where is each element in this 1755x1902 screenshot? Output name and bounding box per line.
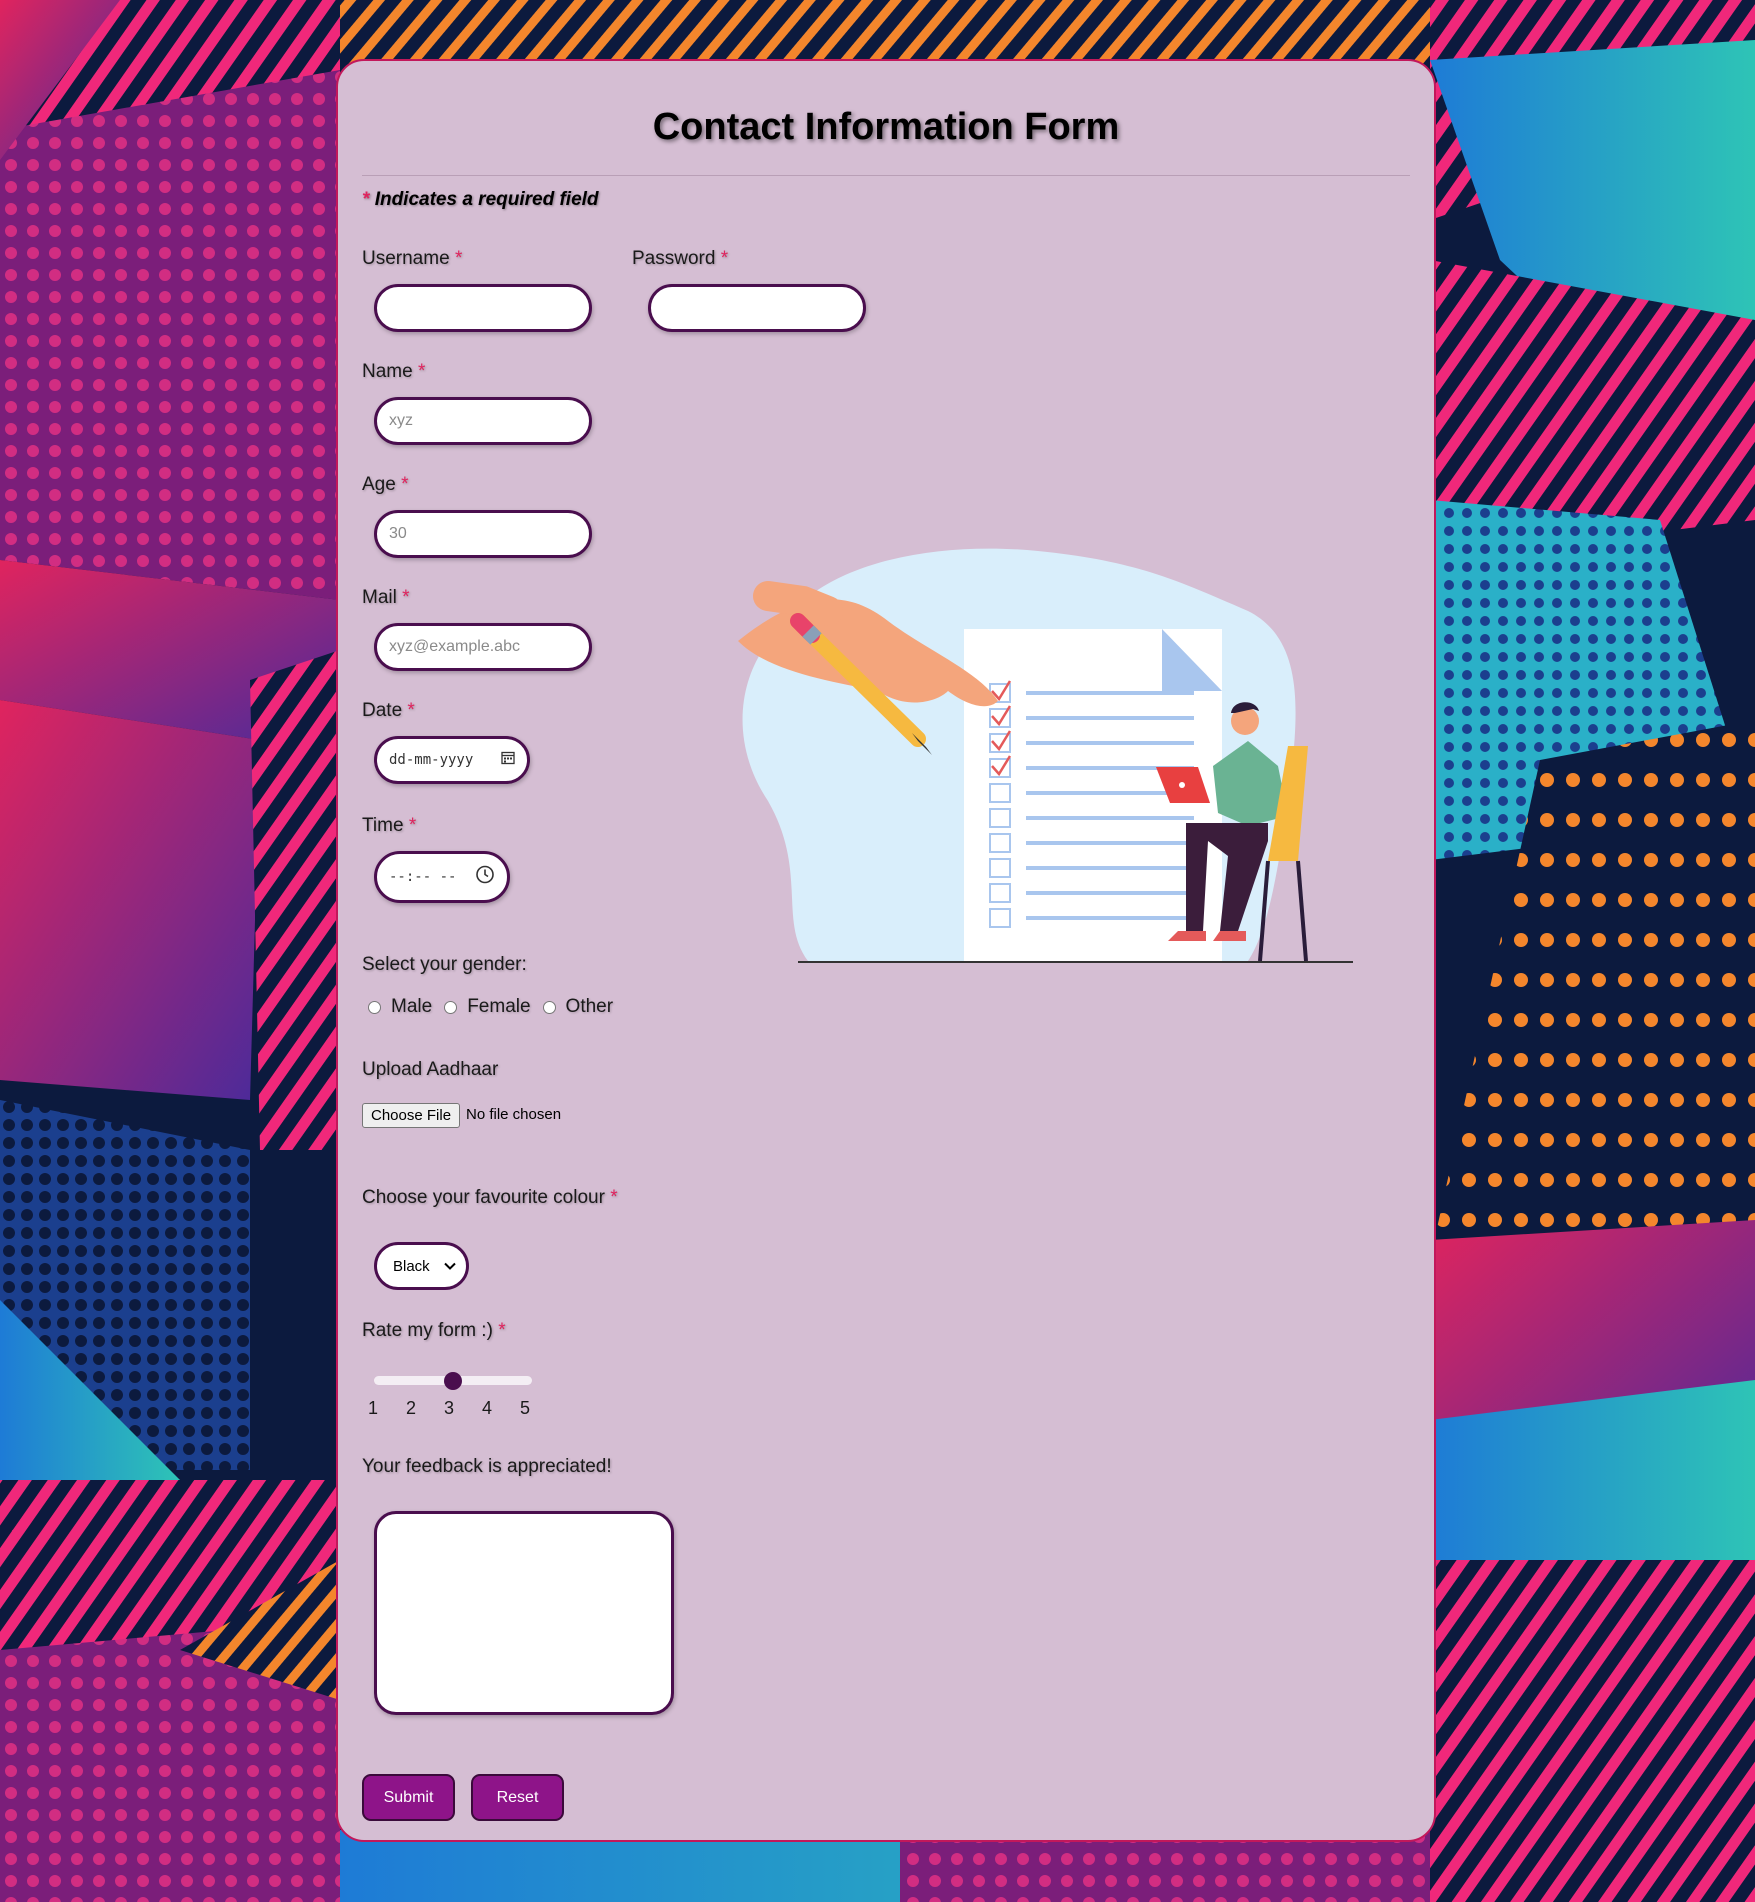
rating-tick: 1 — [368, 1398, 379, 1418]
rating-tick: 3 — [444, 1398, 455, 1418]
form-illustration — [738, 548, 1353, 963]
title-divider — [362, 175, 1410, 176]
name-input[interactable]: xyz — [374, 397, 592, 445]
chevron-down-icon — [444, 1258, 456, 1275]
time-placeholder: --:-- -- — [389, 869, 457, 885]
submit-button[interactable]: Submit — [362, 1774, 455, 1821]
required-note: * Indicates a required field — [362, 189, 599, 211]
date-label-text: Date — [362, 700, 403, 721]
colour-select[interactable]: Black — [374, 1242, 469, 1290]
rating-ticks: 1 2 3 4 5 — [368, 1398, 558, 1419]
username-input[interactable] — [374, 284, 592, 332]
radio-female[interactable] — [444, 1000, 458, 1014]
mail-input[interactable]: xyz@example.abc — [374, 623, 592, 671]
password-label-text: Password — [632, 248, 716, 269]
reset-button[interactable]: Reset — [471, 1774, 564, 1821]
name-label-text: Name — [362, 361, 413, 382]
form-title: Contact Information Form — [652, 106, 1120, 148]
time-label-text: Time — [362, 815, 404, 836]
gender-radio-group: Male Female Other — [368, 996, 625, 1018]
age-label: Age * — [362, 474, 409, 496]
required-marker: * — [454, 248, 463, 269]
time-input[interactable]: --:-- -- — [374, 851, 510, 903]
required-marker: * — [417, 361, 426, 382]
name-label: Name * — [362, 361, 425, 383]
rating-tick: 5 — [520, 1398, 531, 1418]
rating-label: Rate my form :) * — [362, 1320, 506, 1342]
required-marker: * — [362, 189, 370, 210]
required-marker: * — [610, 1187, 618, 1208]
rating-label-text: Rate my form :) — [362, 1320, 493, 1341]
rating-slider-thumb[interactable] — [444, 1372, 462, 1390]
time-label: Time * — [362, 815, 416, 837]
colour-selected: Black — [393, 1257, 430, 1275]
upload-label: Upload Aadhaar — [362, 1059, 499, 1080]
required-marker: * — [720, 248, 729, 269]
date-input[interactable]: dd-mm-yyyy — [374, 736, 530, 784]
required-marker: * — [401, 474, 409, 495]
username-label: Username * — [362, 248, 462, 270]
feedback-textarea[interactable] — [374, 1511, 674, 1715]
radio-other[interactable] — [542, 1000, 556, 1014]
age-label-text: Age — [362, 474, 396, 495]
required-marker: * — [407, 700, 415, 721]
radio-male[interactable] — [368, 1000, 381, 1014]
calendar-icon[interactable] — [501, 751, 515, 770]
date-label: Date * — [362, 700, 415, 722]
password-input[interactable] — [648, 284, 866, 332]
form-card: Contact Information Form * Indicates a r… — [336, 59, 1436, 1842]
colour-label: Choose your favourite colour * — [362, 1187, 618, 1209]
rating-tick: 4 — [482, 1398, 493, 1418]
age-input[interactable]: 30 — [374, 510, 592, 558]
username-label-text: Username — [362, 248, 450, 269]
colour-label-text: Choose your favourite colour — [362, 1187, 605, 1208]
choose-file-button[interactable]: Choose File — [362, 1103, 461, 1128]
clock-icon[interactable] — [475, 865, 495, 890]
age-placeholder: 30 — [389, 525, 407, 542]
mail-label-text: Mail — [362, 587, 397, 608]
gender-label: Select your gender: — [362, 954, 527, 975]
rating-tick: 2 — [406, 1398, 417, 1418]
feedback-label: Your feedback is appreciated! — [362, 1456, 612, 1477]
radio-other-label[interactable]: Other — [566, 996, 614, 1018]
name-placeholder: xyz — [389, 412, 413, 429]
password-label: Password * — [632, 248, 728, 270]
mail-placeholder: xyz@example.abc — [389, 638, 520, 655]
required-marker: * — [402, 587, 410, 608]
required-note-text: Indicates a required field — [374, 189, 599, 210]
file-status: No file chosen — [466, 1106, 562, 1123]
radio-male-label[interactable]: Male — [391, 996, 432, 1018]
required-marker: * — [408, 815, 417, 836]
radio-female-label[interactable]: Female — [467, 996, 530, 1018]
required-marker: * — [498, 1320, 506, 1341]
date-placeholder: dd-mm-yyyy — [389, 752, 474, 768]
mail-label: Mail * — [362, 587, 410, 609]
